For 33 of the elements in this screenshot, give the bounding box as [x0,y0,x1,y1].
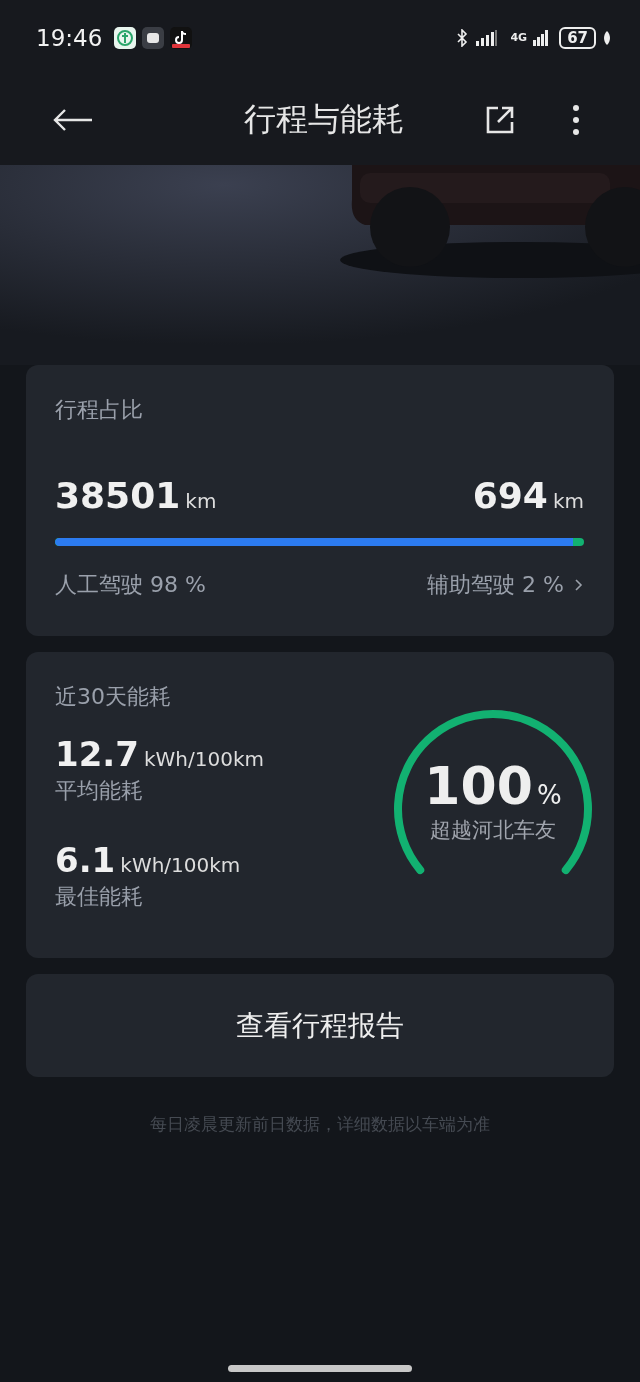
gauge-label: 超越河北车友 [429,817,557,844]
stat-label: 最佳能耗 [55,883,144,911]
leaf-icon [602,29,612,46]
assisted-share-link[interactable]: 辅助驾驶 2 % [427,570,584,600]
energy-value: 12.7 [55,734,139,774]
share-icon[interactable] [484,104,516,136]
status-time: 19:46 [36,24,103,51]
percent-sign: % [536,780,562,810]
energy-value: 6.1 [55,840,116,880]
bluetooth-icon [456,28,469,47]
page-title: 行程与能耗 [243,99,405,140]
back-icon[interactable] [52,108,94,132]
app-icon [170,26,193,49]
app-icon [114,26,137,49]
card-title: 行程占比 [55,396,144,424]
unit-label: kWh/100km [120,853,241,877]
stat-label: 平均能耗 [55,777,144,805]
manual-distance: 38501 [55,475,181,516]
more-icon[interactable] [572,104,580,136]
network-type: 4G [510,31,528,44]
manual-share-label: 人工驾驶 98 % [55,571,206,599]
unit-label: km [185,489,217,513]
chevron-icon [574,577,584,593]
signal-icon [533,29,550,46]
gauge-value: 100 [424,756,533,816]
card-title: 近30天能耗 [55,683,172,711]
report-button[interactable]: 查看行程报告 [26,974,614,1077]
unit-label: kWh/100km [144,747,264,771]
unit-label: km [552,489,584,513]
battery-level: 67 [559,26,596,49]
signal-icon [474,29,499,46]
app-icon [142,26,165,49]
assisted-distance: 694 [472,475,548,516]
